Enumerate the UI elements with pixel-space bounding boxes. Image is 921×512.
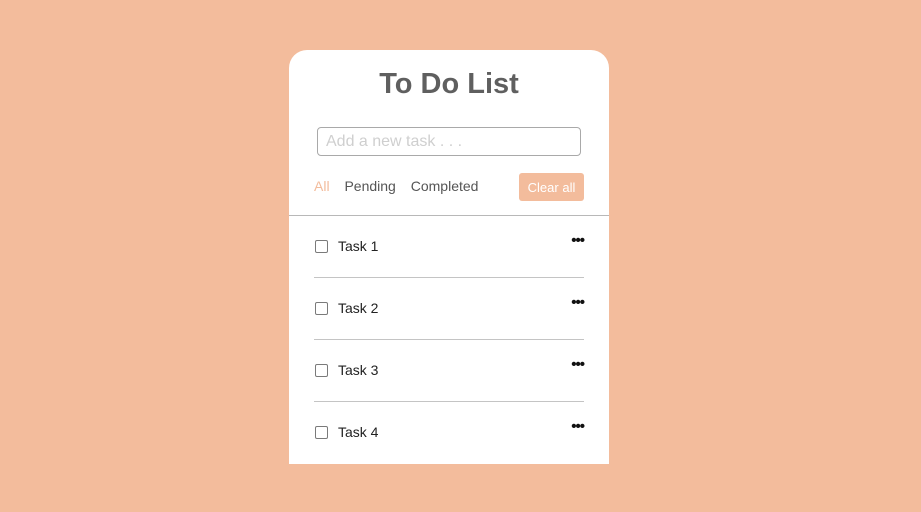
clear-all-button[interactable]: Clear all [519,173,584,201]
filter-completed[interactable]: Completed [411,178,479,194]
filter-pending[interactable]: Pending [344,178,395,194]
task-label[interactable]: Task 2 [338,300,378,316]
task-checkbox[interactable] [315,364,328,377]
task-label[interactable]: Task 1 [338,238,378,254]
ellipsis-icon[interactable]: ••• [571,418,585,435]
task-item: Task 1 ••• [314,216,585,278]
task-checkbox[interactable] [315,426,328,439]
new-task-input[interactable] [317,127,581,156]
task-checkbox[interactable] [315,240,328,253]
page-title: To Do List [379,68,519,100]
task-item: Task 2 ••• [314,278,585,340]
task-checkbox[interactable] [315,302,328,315]
task-item: Task 3 ••• [314,340,585,402]
task-item: Task 4 ••• [314,402,585,463]
todo-card: To Do List All Pending Completed Clear a… [289,50,609,464]
filter-all[interactable]: All [314,178,330,194]
ellipsis-icon[interactable]: ••• [571,232,585,249]
task-label[interactable]: Task 4 [338,424,378,440]
ellipsis-icon[interactable]: ••• [571,294,585,311]
task-label[interactable]: Task 3 [338,362,378,378]
task-list: Task 1 ••• Task 2 ••• Task 3 ••• Task 4 … [314,216,585,463]
filter-tabs: All Pending Completed [314,178,489,194]
ellipsis-icon[interactable]: ••• [571,356,585,373]
